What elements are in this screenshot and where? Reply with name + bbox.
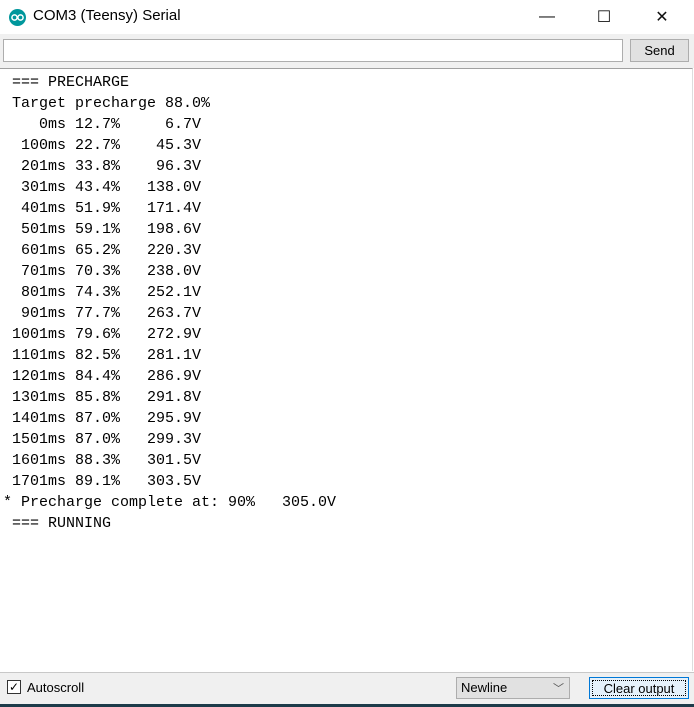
window-title: COM3 (Teensy) Serial [33,7,181,24]
clear-output-button[interactable]: Clear output [589,677,689,699]
chevron-down-icon: ﹀ [553,683,564,695]
output-line: 1501ms 87.0% 299.3V [3,431,202,448]
output-line: 801ms 74.3% 252.1V [3,284,202,301]
output-line: 501ms 59.1% 198.6V [3,221,202,238]
output-line: Target precharge 88.0% [3,95,211,112]
output-line: 1201ms 84.4% 286.9V [3,368,202,385]
output-line: 601ms 65.2% 220.3V [3,242,202,259]
output-line: 1001ms 79.6% 272.9V [3,326,202,343]
output-line: 901ms 77.7% 263.7V [3,305,202,322]
serial-output-text: === PRECHARGE Target precharge 88.0% 0ms… [3,72,336,534]
output-line: * Precharge complete at: 90% 305.0V [3,494,337,511]
send-button[interactable]: Send [630,39,689,62]
output-line: 301ms 43.4% 138.0V [3,179,202,196]
autoscroll-label: Autoscroll [27,680,85,695]
arduino-icon [9,9,26,26]
serial-output[interactable]: === PRECHARGE Target precharge 88.0% 0ms… [0,68,693,671]
output-line: 1401ms 87.0% 295.9V [3,410,202,427]
output-line: 701ms 70.3% 238.0V [3,263,202,280]
output-line: 201ms 33.8% 96.3V [3,158,202,175]
autoscroll-checkbox[interactable]: ✓ [7,680,21,694]
output-line: 1101ms 82.5% 281.1V [3,347,202,364]
output-line: === PRECHARGE [3,74,130,91]
line-ending-value: Newline [461,680,508,695]
minimize-button[interactable]: — [524,0,570,34]
send-input[interactable] [3,39,623,62]
maximize-button[interactable]: ☐ [581,0,627,34]
output-line: 0ms 12.7% 6.7V [3,116,202,133]
output-line: 1601ms 88.3% 301.5V [3,452,202,469]
output-line: 1301ms 85.8% 291.8V [3,389,202,406]
title-bar: COM3 (Teensy) Serial — ☐ ✕ [0,0,694,34]
line-ending-select[interactable]: Newline ﹀ [456,677,570,699]
output-line: === RUNNING [3,515,112,532]
checkmark-icon: ✓ [8,680,20,694]
output-line: 100ms 22.7% 45.3V [3,137,202,154]
close-button[interactable]: ✕ [639,0,685,34]
output-line: 1701ms 89.1% 303.5V [3,473,202,490]
output-line: 401ms 51.9% 171.4V [3,200,202,217]
